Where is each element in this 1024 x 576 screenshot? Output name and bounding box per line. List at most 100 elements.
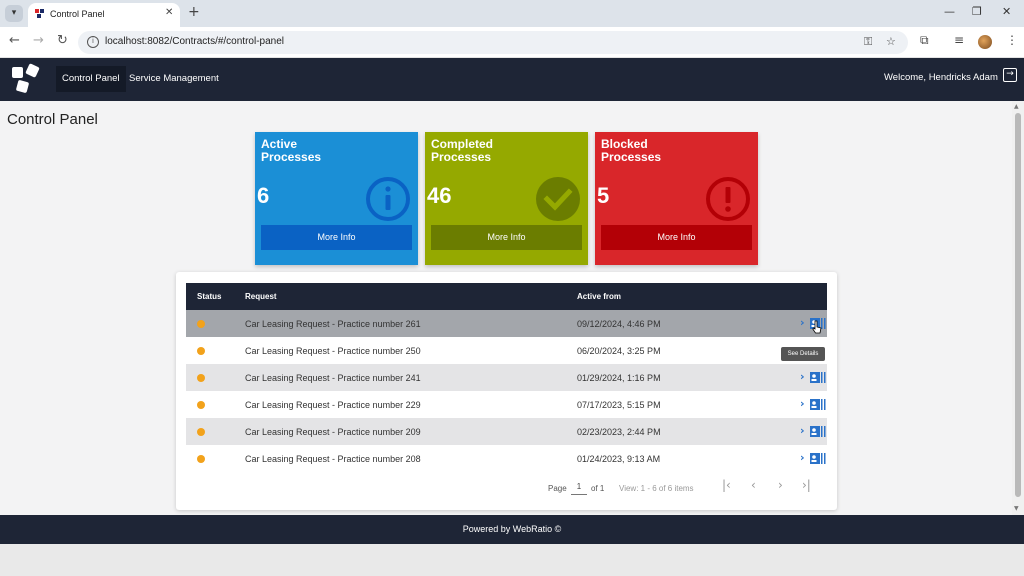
card-title-line2: Processes xyxy=(261,150,322,164)
more-info-button[interactable]: More Info xyxy=(431,225,582,250)
request-cell: Car Leasing Request - Practice number 22… xyxy=(245,400,421,410)
request-cell: Car Leasing Request - Practice number 25… xyxy=(245,346,421,356)
media-controls-icon[interactable]: ≡ xyxy=(954,33,964,47)
pager-page-input[interactable] xyxy=(571,478,587,495)
browser-tabstrip: ▾ Control Panel ✕ + — ❐ ✕ xyxy=(0,0,1024,27)
browser-tab[interactable]: Control Panel ✕ xyxy=(28,3,180,27)
profile-avatar[interactable] xyxy=(978,35,992,49)
chevron-right-icon[interactable]: › xyxy=(800,370,805,383)
close-window-button[interactable]: ✕ xyxy=(1002,5,1011,18)
footer-text: Powered by WebRatio © xyxy=(462,524,562,534)
chevron-right-icon[interactable]: › xyxy=(800,397,805,410)
main-content: Control Panel Active Processes 6 More In… xyxy=(0,101,1012,515)
new-tab-button[interactable]: + xyxy=(188,4,200,20)
column-header-active-from[interactable]: Active from xyxy=(577,292,621,301)
table-row[interactable]: Car Leasing Request - Practice number 20… xyxy=(186,418,827,445)
see-details-tooltip: See Details xyxy=(781,347,825,361)
see-details-icon[interactable] xyxy=(810,426,826,437)
request-cell: Car Leasing Request - Practice number 24… xyxy=(245,373,421,383)
tab-title: Control Panel xyxy=(50,9,105,19)
table-row[interactable]: Car Leasing Request - Practice number 24… xyxy=(186,364,827,391)
see-details-icon[interactable] xyxy=(810,453,826,464)
logout-icon[interactable]: → xyxy=(1003,68,1017,82)
table-row[interactable]: Car Leasing Request - Practice number 25… xyxy=(186,337,827,364)
chevron-right-icon[interactable]: › xyxy=(800,424,805,437)
page-title: Control Panel xyxy=(7,111,98,128)
card-completed-processes: Completed Processes 46 More Info xyxy=(425,132,588,265)
table-header: Status Request Active from xyxy=(186,283,827,310)
app-footer: Powered by WebRatio © xyxy=(0,515,1024,544)
chevron-right-icon[interactable]: › xyxy=(800,316,805,329)
tab-search-button[interactable]: ▾ xyxy=(5,5,23,22)
status-indicator xyxy=(197,428,205,436)
password-key-icon[interactable]: ⚿ xyxy=(864,35,872,49)
site-info-icon[interactable]: i xyxy=(87,36,99,48)
pager-page-label: Page xyxy=(548,484,567,493)
chevron-right-icon[interactable]: › xyxy=(800,451,805,464)
back-arrow-icon[interactable]: ← xyxy=(9,33,20,48)
active-from-cell: 06/20/2024, 3:25 PM xyxy=(577,346,661,356)
active-from-cell: 09/12/2024, 4:46 PM xyxy=(577,319,661,329)
browser-menu-icon[interactable]: ⋮ xyxy=(1006,33,1018,47)
column-header-status[interactable]: Status xyxy=(197,292,221,301)
status-indicator xyxy=(197,347,205,355)
request-cell: Car Leasing Request - Practice number 20… xyxy=(245,454,421,464)
more-info-button[interactable]: More Info xyxy=(261,225,412,250)
minimize-button[interactable]: — xyxy=(944,5,955,18)
card-count: 46 xyxy=(427,183,452,208)
tab-close-icon[interactable]: ✕ xyxy=(165,7,173,18)
vertical-scrollbar[interactable]: ▲ ▼ xyxy=(1012,101,1024,515)
last-page-icon[interactable]: ›| xyxy=(802,478,811,492)
card-count: 6 xyxy=(257,183,270,208)
table-row[interactable]: Car Leasing Request - Practice number 22… xyxy=(186,391,827,418)
active-from-cell: 02/23/2023, 2:44 PM xyxy=(577,427,661,437)
status-indicator xyxy=(197,401,205,409)
scroll-up-icon[interactable]: ▲ xyxy=(1014,103,1019,110)
webratio-favicon-icon xyxy=(35,9,44,18)
see-details-icon[interactable] xyxy=(810,372,826,383)
app-header: Control Panel Service Management Welcome… xyxy=(0,58,1024,101)
column-header-request[interactable]: Request xyxy=(245,292,277,301)
processes-table-panel: Status Request Active from Car Leasing R… xyxy=(176,272,837,510)
status-indicator xyxy=(197,374,205,382)
extensions-icon[interactable]: ⧉ xyxy=(920,33,929,48)
active-from-cell: 01/29/2024, 1:16 PM xyxy=(577,373,661,383)
scroll-down-icon[interactable]: ▼ xyxy=(1014,505,1019,512)
active-from-cell: 07/17/2023, 5:15 PM xyxy=(577,400,661,410)
table-row[interactable]: Car Leasing Request - Practice number 26… xyxy=(186,310,827,337)
nav-service-management[interactable]: Service Management xyxy=(123,66,225,92)
bookmark-star-icon[interactable]: ☆ xyxy=(886,35,896,48)
check-icon xyxy=(536,177,580,221)
status-indicator xyxy=(197,455,205,463)
info-icon xyxy=(366,177,410,221)
card-title-line2: Processes xyxy=(431,150,492,164)
prev-page-icon[interactable]: ‹ xyxy=(751,478,756,492)
table-row[interactable]: Car Leasing Request - Practice number 20… xyxy=(186,445,827,472)
reload-icon[interactable]: ↻ xyxy=(57,33,68,48)
address-bar[interactable]: i localhost:8082/Contracts/#/control-pan… xyxy=(78,31,908,54)
page-below-area xyxy=(0,544,1024,576)
card-title-line2: Processes xyxy=(601,150,662,164)
more-info-button[interactable]: More Info xyxy=(601,225,752,250)
request-cell: Car Leasing Request - Practice number 20… xyxy=(245,427,421,437)
browser-toolbar: ← → ↻ i localhost:8082/Contracts/#/contr… xyxy=(0,27,1024,58)
next-page-icon[interactable]: › xyxy=(778,478,783,492)
card-title: Blocked Processes xyxy=(601,138,661,164)
status-indicator xyxy=(197,320,205,328)
first-page-icon[interactable]: |‹ xyxy=(722,478,731,492)
exclamation-icon xyxy=(706,177,750,221)
restore-button[interactable]: ❐ xyxy=(972,5,982,18)
see-details-icon[interactable] xyxy=(810,399,826,410)
welcome-text: Welcome, Hendricks Adam xyxy=(884,72,998,83)
card-count: 5 xyxy=(597,183,610,208)
request-cell: Car Leasing Request - Practice number 26… xyxy=(245,319,421,329)
active-from-cell: 01/24/2023, 9:13 AM xyxy=(577,454,661,464)
card-title: Active Processes xyxy=(261,138,321,164)
mouse-cursor-icon xyxy=(812,320,822,334)
url-text: localhost:8082/Contracts/#/control-panel xyxy=(105,36,284,47)
scroll-thumb[interactable] xyxy=(1015,113,1021,497)
forward-arrow-icon[interactable]: → xyxy=(33,33,44,48)
webratio-logo-icon[interactable] xyxy=(12,63,44,96)
nav-control-panel[interactable]: Control Panel xyxy=(56,66,126,92)
card-title: Completed Processes xyxy=(431,138,493,164)
